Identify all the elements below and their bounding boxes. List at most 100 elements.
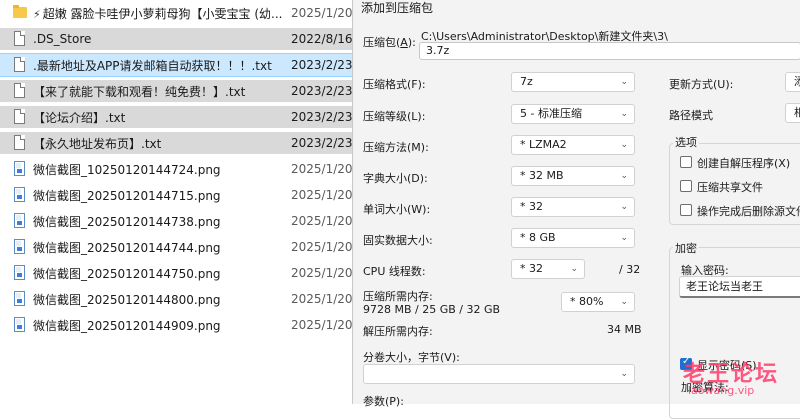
unmem-value: 34 MB <box>607 323 642 336</box>
text-file-icon <box>14 31 25 46</box>
file-row[interactable]: ⚡ 超嫩 露脸卡哇伊小萝莉母狗【小雯宝宝 (幼... 2025/1/20 <box>0 2 352 24</box>
file-date: 2025/1/20 <box>291 240 352 254</box>
file-name: .DS_Store <box>33 32 92 46</box>
file-row[interactable]: 微信截图_10250120144724.png 2025/1/20 <box>0 158 352 180</box>
file-row[interactable]: .最新地址及APP请发邮箱自动获取！！！.txt 2023/2/23 <box>0 53 353 77</box>
threads-label: CPU 线程数: <box>363 265 426 278</box>
word-label: 单词大小(W): <box>363 203 431 216</box>
shared-label: 压缩共享文件 <box>697 181 763 194</box>
file-row[interactable]: 微信截图_20250120144738.png 2025/1/20 <box>0 210 352 232</box>
level-select[interactable]: 5 - 标准压缩 ⌄ <box>511 104 635 124</box>
path-mode-value: 相 <box>794 106 800 119</box>
file-name: .最新地址及APP请发邮箱自动获取！！！.txt <box>33 58 272 73</box>
file-date: 2025/1/20 <box>291 266 352 280</box>
image-file-icon <box>14 291 25 306</box>
method-label: 压缩方法(M): <box>363 141 429 154</box>
chevron-down-icon: ⌄ <box>620 140 628 150</box>
chevron-down-icon: ⌄ <box>620 369 628 379</box>
file-name: 微信截图_10250120144724.png <box>33 162 221 177</box>
watermark-url: laowang.vip <box>688 384 755 397</box>
mem-percent-value: * 80% <box>570 295 604 308</box>
file-name: 超嫩 露脸卡哇伊小萝莉母狗【小雯宝宝 (幼... <box>42 6 283 21</box>
threads-select[interactable]: * 32 ⌄ <box>511 259 585 279</box>
chevron-down-icon: ⌄ <box>620 233 628 243</box>
image-file-icon <box>14 265 25 280</box>
path-mode-select[interactable]: 相 <box>785 103 800 123</box>
image-file-icon <box>14 187 25 202</box>
threads-value: * 32 <box>520 262 543 275</box>
path-mode-label: 路径模式 <box>669 109 713 122</box>
chevron-down-icon: ⌄ <box>620 77 628 87</box>
file-row[interactable]: 微信截图_20250120144750.png 2025/1/20 <box>0 262 352 284</box>
image-file-icon <box>14 239 25 254</box>
format-value: 7z <box>520 75 533 88</box>
shared-checkbox[interactable] <box>680 180 692 192</box>
file-name: 微信截图_20250120144738.png <box>33 214 221 229</box>
word-value: * 32 <box>520 200 543 213</box>
sfx-checkbox[interactable] <box>680 156 692 168</box>
file-row[interactable]: 微信截图_20250120144800.png 2025/1/20 <box>0 288 352 310</box>
file-date: 2025/1/20 <box>291 188 352 202</box>
folder-icon <box>13 5 27 18</box>
file-row[interactable]: 【论坛介绍】.txt 2023/2/23 <box>0 106 352 128</box>
password-input[interactable]: 老王论坛当老王 <box>679 276 800 298</box>
file-row[interactable]: 微信截图_20250120144715.png 2025/1/20 <box>0 184 352 206</box>
file-row[interactable]: 【来了就能下载和观看！纯免费！】.txt 2023/2/23 <box>0 80 352 102</box>
file-date: 2022/8/16 <box>291 32 352 46</box>
file-name: 微信截图_20250120144800.png <box>33 292 221 307</box>
text-file-icon <box>14 109 25 124</box>
split-select[interactable]: ⌄ <box>363 364 635 384</box>
dict-value: * 32 MB <box>520 169 564 182</box>
bolt-icon: ⚡ <box>33 7 41 21</box>
sfx-label: 创建自解压程序(X) <box>697 157 791 170</box>
file-name: 【永久地址发布页】.txt <box>33 136 162 151</box>
image-file-icon <box>14 213 25 228</box>
params-label: 参数(P): <box>363 395 404 408</box>
file-name: 微信截图_20250120144715.png <box>33 188 221 203</box>
format-select[interactable]: 7z ⌄ <box>511 72 635 92</box>
file-name-wrap: ⚡ 超嫩 露脸卡哇伊小萝莉母狗【小雯宝宝 (幼... <box>33 5 283 22</box>
text-file-icon <box>14 135 25 150</box>
file-row[interactable]: 微信截图_20250120144744.png 2025/1/20 <box>0 236 352 258</box>
solid-value: * 8 GB <box>520 231 556 244</box>
file-row[interactable]: 微信截图_20250120144909.png 2025/1/20 <box>0 314 352 336</box>
unmem-label: 解压所需内存: <box>363 325 433 338</box>
dict-select[interactable]: * 32 MB ⌄ <box>511 166 635 186</box>
mem-label: 压缩所需内存: <box>363 290 433 303</box>
file-name: 微信截图_20250120144744.png <box>33 240 221 255</box>
solid-select[interactable]: * 8 GB ⌄ <box>511 228 635 248</box>
dialog-title: 添加到压缩包 <box>361 1 434 15</box>
add-to-archive-dialog: 添加到压缩包 压缩包(A): C:\Users\Administrator\De… <box>352 0 800 419</box>
archive-label: 压缩包(A): <box>363 36 416 49</box>
mem-percent-select[interactable]: * 80% ⌄ <box>561 292 635 312</box>
image-file-icon <box>14 317 25 332</box>
level-value: 5 - 标准压缩 <box>520 107 582 120</box>
file-date: 2023/2/23 <box>291 84 352 98</box>
file-list: ⚡ 超嫩 露脸卡哇伊小萝莉母狗【小雯宝宝 (幼... 2025/1/20 .DS_St… <box>0 0 353 404</box>
chevron-down-icon: ⌄ <box>620 202 628 212</box>
file-date: 2025/1/20 <box>291 318 352 332</box>
solid-label: 固实数据大小: <box>363 234 433 247</box>
file-row[interactable]: .DS_Store 2022/8/16 <box>0 28 352 50</box>
archive-name-input[interactable]: 3.7z <box>419 42 800 60</box>
chevron-down-icon: ⌄ <box>570 264 578 274</box>
method-select[interactable]: * LZMA2 ⌄ <box>511 135 635 155</box>
format-label: 压缩格式(F): <box>363 78 426 91</box>
dict-label: 字典大小(D): <box>363 172 428 185</box>
image-file-icon <box>14 161 25 176</box>
file-row[interactable]: 【永久地址发布页】.txt 2023/2/23 <box>0 132 352 154</box>
file-name: 【来了就能下载和观看！纯免费！】.txt <box>33 84 246 99</box>
chevron-down-icon: ⌄ <box>620 297 628 307</box>
file-date: 2025/1/20 <box>291 162 352 176</box>
mem-value: 9728 MB / 25 GB / 32 GB <box>363 303 501 316</box>
threads-total: / 32 <box>619 263 641 276</box>
update-select[interactable]: 添 <box>785 72 800 92</box>
update-label: 更新方式(U): <box>669 78 734 91</box>
encryption-title: 加密 <box>673 240 699 256</box>
file-name: 【论坛介绍】.txt <box>33 110 126 125</box>
options-title: 选项 <box>673 134 699 150</box>
delete-checkbox[interactable] <box>680 204 692 216</box>
word-select[interactable]: * 32 ⌄ <box>511 197 635 217</box>
chevron-down-icon: ⌄ <box>620 171 628 181</box>
file-name: 微信截图_20250120144750.png <box>33 266 221 281</box>
